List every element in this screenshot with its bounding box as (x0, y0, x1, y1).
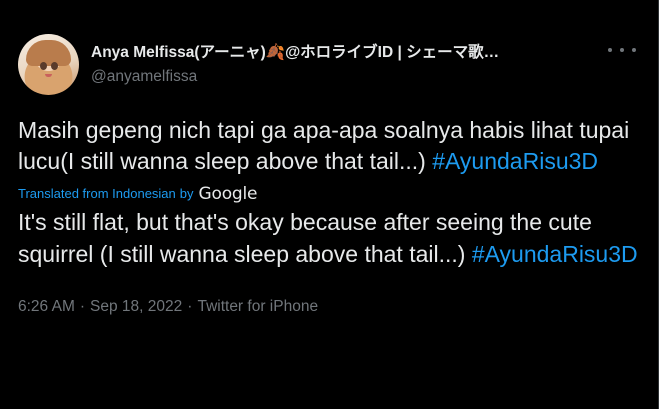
avatar-eye-left (40, 62, 47, 70)
avatar[interactable] (18, 34, 79, 95)
author-names: Anya Melfissa(アーニャ)🍂@ホロライブID | シェーマ歌… @a… (91, 34, 640, 87)
tweet-source[interactable]: Twitter for iPhone (197, 298, 318, 315)
translated-from-link[interactable]: Translated from Indonesian (18, 183, 176, 205)
tweet-original-text: Masih gepeng nich tapi ga apa-apa soalny… (18, 115, 643, 177)
avatar-hair (26, 40, 71, 66)
translated-by-label: by (179, 186, 194, 201)
more-dot (608, 48, 612, 52)
more-dot (620, 48, 624, 52)
original-hashtag-link[interactable]: #AyundaRisu3D (432, 148, 598, 174)
avatar-mouth (45, 74, 52, 77)
author-handle[interactable]: @anyamelfissa (91, 67, 640, 87)
tweet-meta: 6:26 AM · Sep 18, 2022 · Twitter for iPhone (18, 297, 640, 317)
tweet-card: Anya Melfissa(アーニャ)🍂@ホロライブID | シェーマ歌… @a… (0, 0, 659, 409)
tweet-time[interactable]: 6:26 AM (18, 298, 75, 315)
google-logo: Google (198, 184, 258, 204)
tweet-date[interactable]: Sep 18, 2022 (90, 298, 182, 315)
tweet-header: Anya Melfissa(アーニャ)🍂@ホロライブID | シェーマ歌… @a… (18, 34, 640, 98)
translation-hashtag-link[interactable]: #AyundaRisu3D (472, 241, 638, 267)
more-options-icon[interactable] (608, 40, 636, 60)
translation-attribution: Translated from Indonesian by Google (18, 183, 640, 205)
meta-separator: · (79, 298, 86, 315)
avatar-eye-right (51, 62, 58, 70)
meta-separator: · (187, 298, 193, 315)
tweet-translation-text: It's still flat, but that's okay because… (18, 206, 643, 270)
author-display-name[interactable]: Anya Melfissa(アーニャ)🍂@ホロライブID | シェーマ歌… (91, 43, 591, 63)
more-dot (632, 48, 636, 52)
